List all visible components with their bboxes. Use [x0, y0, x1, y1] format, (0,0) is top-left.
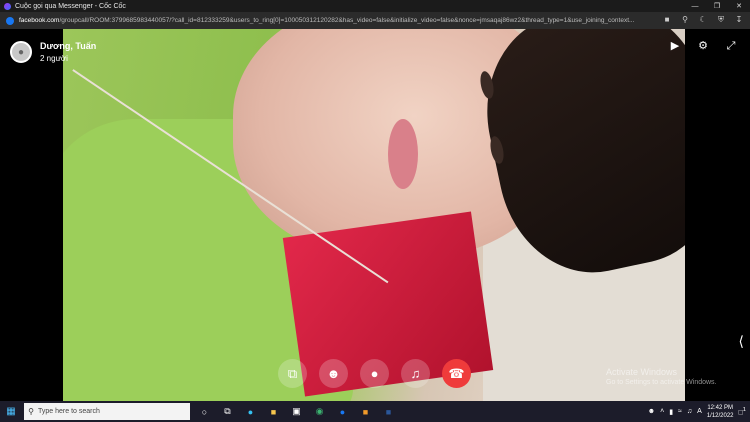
app-icon[interactable]: ■	[357, 403, 374, 420]
activate-windows-watermark: Activate Windows Go to Settings to activ…	[606, 367, 717, 386]
watermark-subtitle: Go to Settings to activate Windows.	[606, 379, 717, 386]
messenger-icon	[4, 2, 11, 10]
store-icon[interactable]: ▣	[288, 403, 305, 420]
notification-count: 1	[742, 406, 746, 413]
language-icon[interactable]: A	[697, 408, 702, 415]
taskbar-apps: ○ ⧉ ● ■ ▣ ◉ ● ■ ■	[196, 403, 397, 420]
url-text[interactable]: facebook.com/groupcall/ROOM:379968598344…	[19, 17, 659, 24]
chevron-left-icon[interactable]: ⟨	[739, 333, 744, 350]
camera-icon[interactable]: ■	[662, 15, 672, 25]
wifi-icon[interactable]: ≈	[678, 408, 682, 415]
facebook-icon	[6, 16, 14, 25]
gear-icon[interactable]: ⚙	[696, 39, 710, 53]
address-bar[interactable]: facebook.com/groupcall/ROOM:379968598344…	[0, 12, 750, 29]
volume-icon[interactable]: ♫	[687, 408, 692, 415]
word-icon[interactable]: ■	[380, 403, 397, 420]
coccoc-icon[interactable]: ◉	[311, 403, 328, 420]
window-title: Cuộc gọi qua Messenger - Cốc Cốc	[15, 2, 126, 10]
clock-time: 12:42 PM	[707, 404, 733, 411]
windows-start-icon[interactable]: ▦	[0, 401, 22, 422]
windows-taskbar: ▦ ⚲ Type here to search ○ ⧉ ● ■ ▣ ◉ ● ■ …	[0, 401, 750, 422]
edge-icon[interactable]: ●	[242, 403, 259, 420]
url-host: facebook.com	[19, 17, 60, 24]
messenger-taskbar-icon[interactable]: ●	[334, 403, 351, 420]
restore-icon[interactable]: ❐	[706, 0, 728, 12]
clock-date: 1/12/2022	[706, 412, 734, 419]
call-top-controls: ▶ ⚙ ⤢	[668, 39, 738, 53]
address-bar-icons: ■ ⚲ ☾ ⛨ ↧	[662, 15, 744, 25]
chevron-up-icon[interactable]: ˄	[660, 408, 664, 415]
url-path: /groupcall/ROOM:3799685983440057/?call_i…	[59, 17, 635, 24]
notification-icon[interactable]: □1	[739, 407, 746, 416]
participant-count: 2 người	[40, 54, 68, 63]
taskbar-clock[interactable]: 12:42 PM 1/12/2022	[707, 404, 734, 420]
avatar: ●	[10, 41, 32, 63]
search-icon: ⚲	[28, 407, 34, 416]
remote-video	[63, 29, 685, 401]
system-tray: ☻ ˄ ▮ ≈ ♫ A 12:42 PM 1/12/2022 □1	[648, 401, 746, 422]
search-placeholder: Type here to search	[38, 408, 100, 415]
video-toggle-button[interactable]: ●	[360, 359, 389, 388]
share-screen-button[interactable]: ⧉	[278, 359, 307, 388]
watermark-title: Activate Windows	[606, 367, 678, 377]
end-call-button[interactable]: ☎	[442, 359, 471, 388]
window-controls: — ❐ ✕	[684, 0, 750, 12]
cortana-icon[interactable]: ○	[196, 403, 213, 420]
fullscreen-icon[interactable]: ⤢	[724, 39, 738, 53]
zoom-icon[interactable]: ⚲	[680, 15, 690, 25]
mic-toggle-button[interactable]: ♫	[401, 359, 430, 388]
shield-icon[interactable]: ⛨	[716, 15, 726, 25]
minimize-icon[interactable]: —	[684, 0, 706, 12]
task-view-icon[interactable]: ⧉	[219, 403, 236, 420]
caller-info: ● Dương, Tuấn 2 người	[10, 41, 96, 63]
caller-name: Dương, Tuấn	[40, 41, 97, 51]
call-stage: Activate Windows Go to Settings to activ…	[0, 29, 750, 401]
taskbar-search[interactable]: ⚲ Type here to search	[24, 403, 190, 420]
people-icon[interactable]: ☻	[648, 408, 655, 415]
add-people-button[interactable]: ☻	[319, 359, 348, 388]
browser-title-bar: Cuộc gọi qua Messenger - Cốc Cốc — ❐ ✕	[0, 0, 750, 12]
screen-share-icon[interactable]: ▶	[668, 39, 682, 53]
battery-icon[interactable]: ▮	[669, 408, 673, 416]
download-icon[interactable]: ↧	[734, 15, 744, 25]
call-controls-bar: ⧉ ☻ ● ♫ ☎	[278, 359, 471, 388]
close-icon[interactable]: ✕	[728, 0, 750, 12]
dark-mode-icon[interactable]: ☾	[698, 15, 708, 25]
file-explorer-icon[interactable]: ■	[265, 403, 282, 420]
